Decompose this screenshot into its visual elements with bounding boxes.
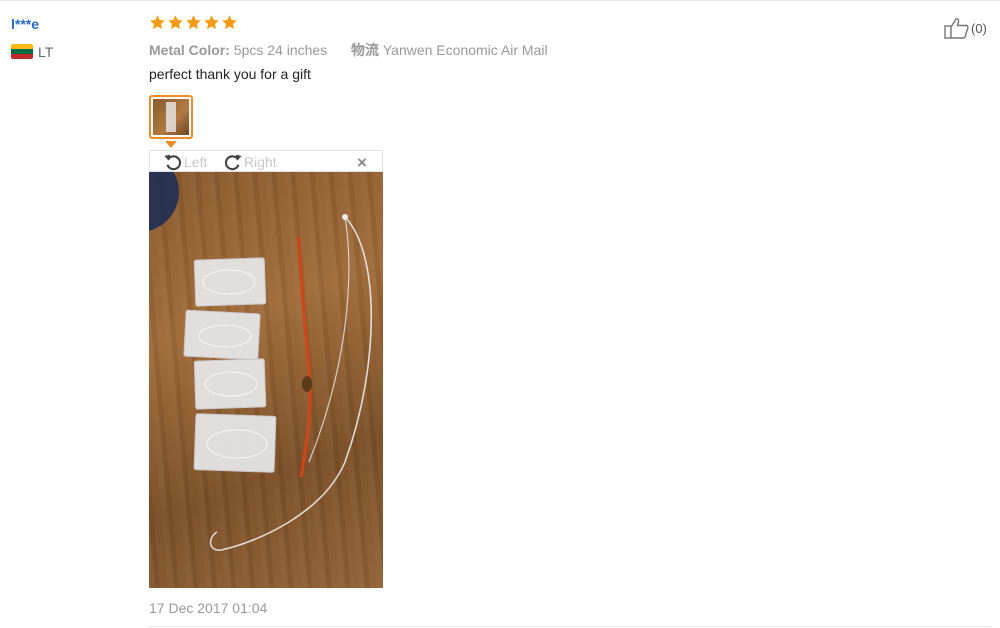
star-rating [149,14,238,36]
country-code: LT [38,44,54,60]
thumbs-up-icon [944,18,969,39]
thumbnail-caret-icon [165,141,177,148]
review-photo-illustration [149,172,373,551]
top-divider [0,0,1000,1]
option-value: 5pcs 24 inches [233,42,328,58]
rotate-right-label: Right [244,154,277,170]
rotate-left-icon [164,154,182,171]
image-viewer-toolbar: Left Right × [149,150,383,172]
reviewer-name[interactable]: l***e [11,16,39,32]
bottom-divider [149,626,990,627]
rotate-left-label: Left [184,154,208,170]
star-icon [204,15,219,30]
rotate-right-button[interactable]: Right [222,151,277,173]
star-icon [150,15,165,30]
review-photo-thumbnail[interactable] [149,95,193,139]
rotate-left-button[interactable]: Left [162,151,207,173]
review-photo [149,172,383,588]
review-date: 17 Dec 2017 01:04 [149,600,268,616]
close-viewer-button[interactable]: × [357,153,367,173]
shipping-label: 物流 [350,42,379,58]
review-text: perfect thank you for a gift [149,66,311,82]
star-icon [186,15,201,30]
lithuania-flag-icon [11,44,33,59]
option-label: Metal Color: [149,42,230,58]
shipping-value: Yanwen Economic Air Mail [382,42,548,58]
helpful-button[interactable]: (0) [944,16,987,40]
star-icon [168,15,183,30]
rotate-right-icon [224,154,242,171]
star-icon [222,15,237,30]
helpful-count: (0) [971,20,987,36]
review-meta: Metal Color: 5pcs 24 inches 物流 Yanwen Ec… [149,40,548,60]
